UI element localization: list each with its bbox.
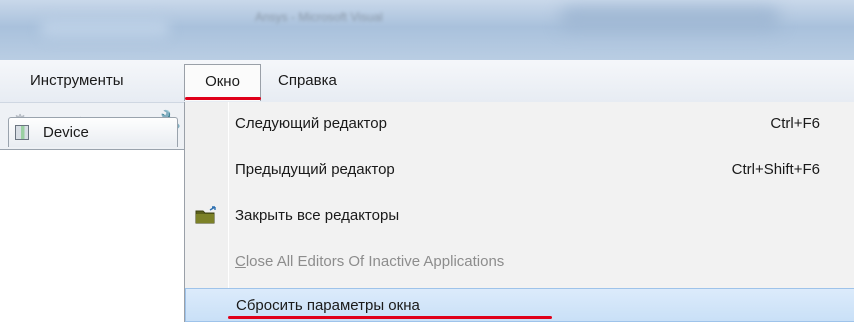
editor-content [0, 149, 185, 323]
close-all-folder-icon [195, 206, 216, 224]
menu-item-label: Close All Editors Of Inactive Applicatio… [235, 253, 505, 270]
menu-item-close-inactive-editors[interactable]: Close All Editors Of Inactive Applicatio… [185, 244, 854, 280]
menu-item-shortcut: Ctrl+F6 [770, 115, 820, 132]
title-bar-blur [560, 8, 780, 30]
tab-device[interactable]: Device [8, 117, 178, 147]
menu-bar: Инструменты Окно Справка [0, 60, 854, 103]
menu-window[interactable]: Окно [184, 64, 261, 101]
annotation-underline [228, 316, 552, 319]
menu-item-label: Предыдущий редактор [235, 161, 395, 178]
menu-tools[interactable]: Инструменты [30, 60, 124, 102]
menu-item-shortcut: Ctrl+Shift+F6 [731, 161, 820, 178]
menu-item-close-all-editors[interactable]: Закрыть все редакторы [185, 198, 854, 234]
annotation-underline [185, 97, 261, 100]
menu-item-label: Следующий редактор [235, 115, 387, 132]
menu-item-previous-editor[interactable]: Предыдущий редактор Ctrl+Shift+F6 [185, 152, 854, 188]
menu-item-label: Закрыть все редакторы [235, 207, 400, 224]
window-title: Ansys - Microsoft Visual [255, 10, 383, 24]
title-bar-blur [40, 18, 170, 38]
menu-help[interactable]: Справка [278, 60, 337, 102]
menu-window-label: Окно [205, 73, 240, 90]
title-bar: Ansys - Microsoft Visual [0, 0, 854, 60]
window-menu-dropdown: Следующий редактор Ctrl+F6 Предыдущий ре… [184, 102, 854, 322]
tab-device-label: Device [43, 124, 89, 141]
menu-item-next-editor[interactable]: Следующий редактор Ctrl+F6 [185, 106, 854, 142]
device-icon [15, 125, 29, 140]
